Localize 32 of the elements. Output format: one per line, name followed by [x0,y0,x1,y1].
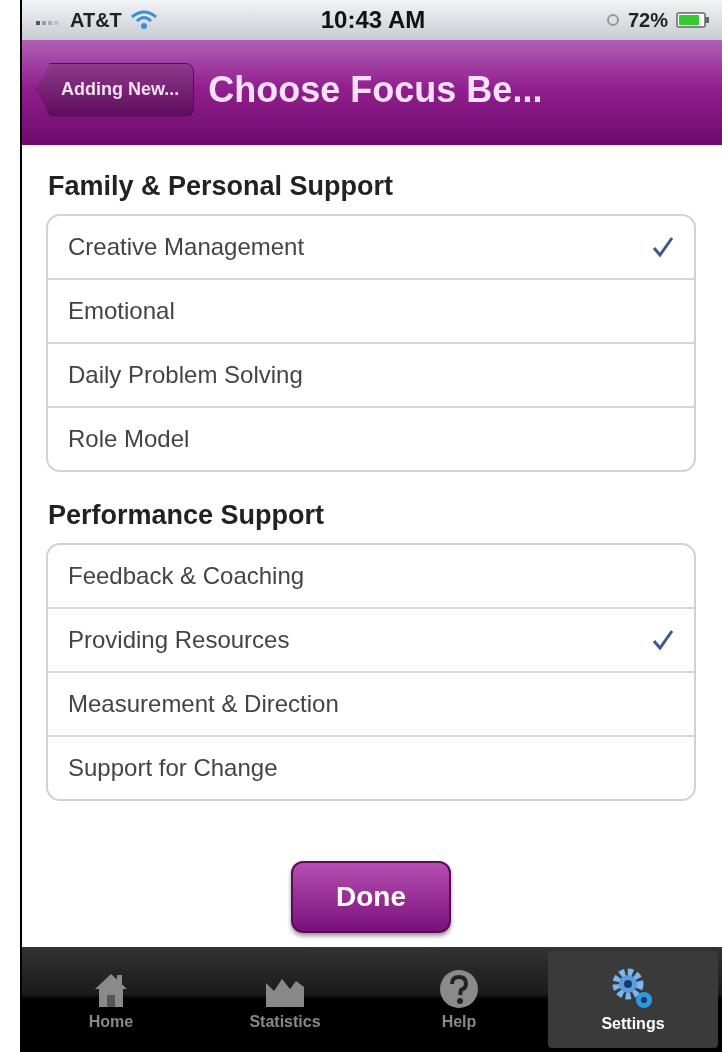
list-row[interactable]: Providing Resources [48,607,694,671]
tab-item[interactable]: Home [26,951,196,1048]
row-label: Creative Management [68,233,305,261]
battery-percentage: 72% [627,8,668,32]
battery-icon [676,12,710,28]
list-row[interactable]: Role Model [48,406,694,470]
list-row[interactable]: Daily Problem Solving [48,342,694,406]
list-row[interactable]: Emotional [48,278,694,342]
tab-item[interactable]: Help [374,951,544,1048]
clock-time: 10:43 AM [320,6,426,34]
tab-item[interactable]: Statistics [200,951,370,1048]
row-label: Measurement & Direction [68,690,339,718]
list-row[interactable]: Feedback & Coaching [48,545,694,607]
row-label: Support for Change [68,754,278,782]
section-header: Performance Support [48,500,326,531]
row-label: Daily Problem Solving [68,361,303,389]
row-label: Emotional [68,297,175,325]
row-label: Role Model [68,425,190,453]
lock-rotation-icon [605,13,620,27]
done-button[interactable]: Done [291,861,451,933]
list-row[interactable]: Measurement & Direction [48,671,694,735]
wifi-icon [129,10,158,30]
row-label: Feedback & Coaching [68,562,305,590]
help-icon [439,968,479,1009]
section-header: Family & Personal Support [48,171,395,202]
list-row[interactable]: Support for Change [48,735,694,799]
row-label: Providing Resources [68,626,290,654]
list-row[interactable]: Creative Management [48,216,694,278]
back-button[interactable]: Adding New... [36,62,195,117]
screen-title: Choose Focus Be... [208,68,543,111]
tab-item[interactable]: Settings [548,951,718,1048]
carrier-name: AT&T [70,8,122,32]
